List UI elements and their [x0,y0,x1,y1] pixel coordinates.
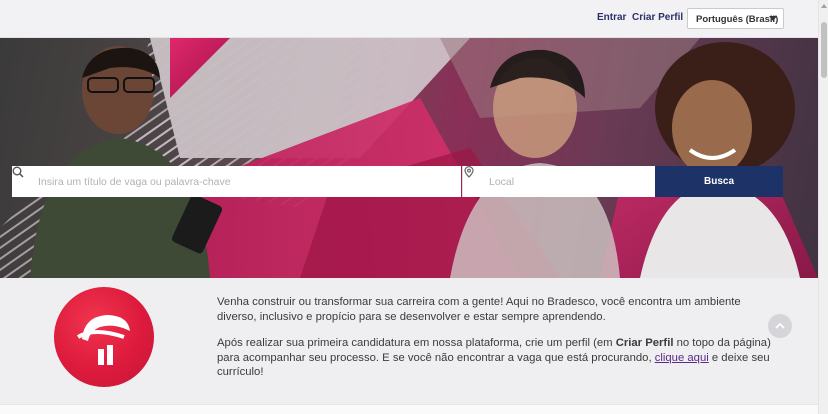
intro-section: Venha construir ou transformar sua carre… [0,278,818,404]
keyword-input[interactable] [38,166,453,197]
language-select[interactable]: Português (Brasil) [687,8,784,29]
location-field[interactable] [462,166,655,197]
top-bar: Entrar Criar Perfil Português (Brasil) [0,0,818,38]
search-button[interactable]: Busca [655,166,783,197]
page-footer-strip [0,404,818,414]
scrollbar-thumb[interactable] [821,22,827,78]
careers-page: Entrar Criar Perfil Português (Brasil) I… [0,0,818,414]
hero-illustration [0,38,818,278]
click-here-link[interactable]: clique aqui [655,352,709,364]
intro-create-profile-emphasis: Criar Perfil [615,337,674,349]
bradesco-logo-mark [76,315,130,365]
login-link[interactable]: Entrar [597,12,626,23]
chevron-up-icon [775,322,785,329]
create-profile-link[interactable]: Criar Perfil [632,12,683,23]
search-icon [12,166,24,178]
language-select-value: Português (Brasil) [696,14,779,25]
location-input[interactable] [489,166,649,197]
intro-text: Venha construir ou transformar sua carre… [217,295,777,392]
intro-paragraph-2: Após realizar sua primeira candidatura e… [217,336,777,380]
keyword-field[interactable] [12,166,461,197]
scroll-to-top-button[interactable] [768,314,792,338]
intro-paragraph-2-part-1: Após realizar sua primeira candidatura e… [217,337,616,349]
hero-banner: Busca [0,38,818,278]
location-pin-icon [464,166,474,178]
scroll-up-arrow-icon[interactable] [821,4,827,8]
intro-paragraph-1: Venha construir ou transformar sua carre… [217,296,741,323]
bradesco-logo-icon [54,287,154,387]
caret-down-icon [769,16,777,21]
page-scrollbar[interactable] [818,0,828,414]
